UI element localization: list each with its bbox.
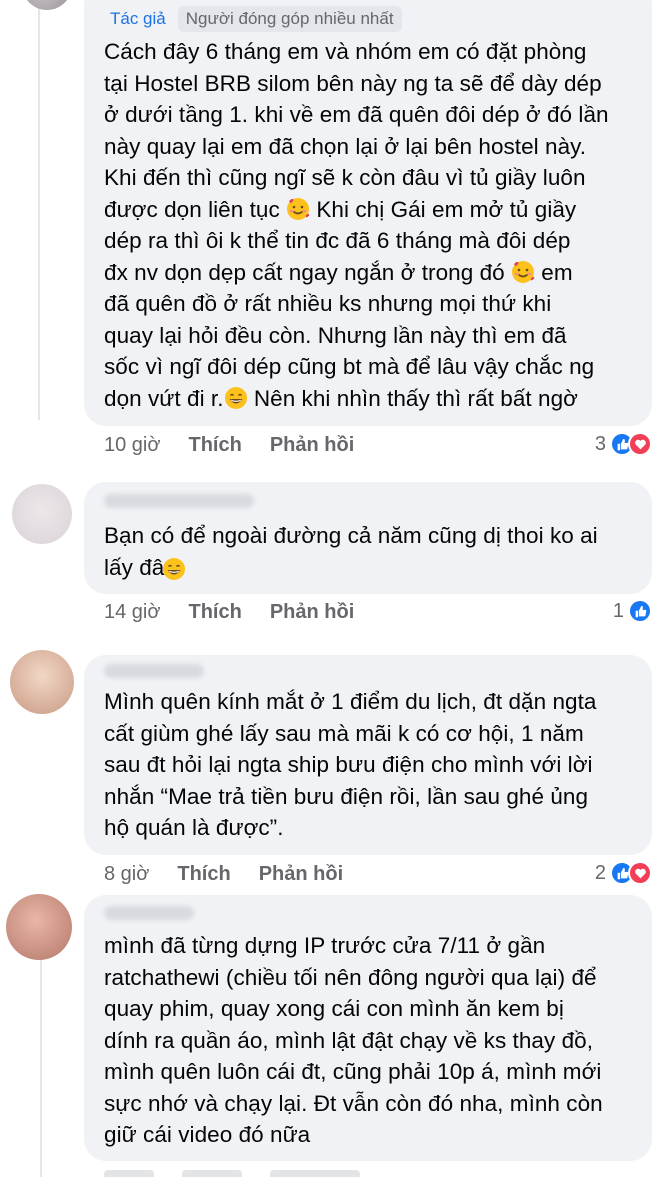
thread-line [38,0,40,420]
avatar[interactable] [22,0,72,10]
reply-button[interactable]: Phản hồi [259,863,343,886]
avatar[interactable] [6,894,72,960]
like-button[interactable] [182,1170,242,1177]
thread-line [40,940,42,1177]
like-reaction-icon [628,599,652,623]
grinning-face-emoji-icon [224,386,247,409]
grinning-face-emoji-icon [163,558,185,580]
reaction-count: 2 [594,861,606,884]
reaction-count: 3 [594,432,606,455]
commenter-name[interactable] [104,906,194,920]
commenter-name[interactable] [104,494,254,508]
like-button[interactable]: Thích [188,601,241,624]
comment-time[interactable]: 8 giờ [104,863,149,886]
comment-badges: Tác giả Người đóng góp nhiều nhất [110,6,402,32]
love-reaction-icon [628,432,652,456]
reaction-summary[interactable]: 3 [595,432,652,456]
like-button[interactable]: Thích [177,863,230,886]
comment-text: Cách đây 6 tháng em và nhóm em có đặt ph… [104,39,609,411]
commenter-name[interactable] [104,664,204,678]
comment-time[interactable] [104,1170,154,1177]
comment-time[interactable]: 10 giờ [104,434,160,457]
love-reaction-icon [628,861,652,885]
comment-time[interactable]: 14 giờ [104,601,160,624]
smiling-face-hearts-emoji-icon [512,260,535,283]
reaction-summary[interactable]: 1 [613,599,652,623]
comment-text: mình đã từng dựng IP trước cửa 7/11 ở gầ… [104,933,603,1147]
reply-button[interactable]: Phản hồi [270,601,354,624]
avatar[interactable] [10,650,74,714]
avatar[interactable] [12,484,72,544]
comment-actions: 8 giờ Thích Phản hồi [104,863,343,886]
smiling-face-hearts-emoji-icon [287,197,310,220]
reply-button[interactable]: Phản hồi [270,434,354,457]
top-contributor-badge: Người đóng góp nhiều nhất [177,6,402,32]
like-button[interactable]: Thích [188,434,241,457]
reaction-summary[interactable]: 2 [595,861,652,885]
comment-text: Mình quên kính mắt ở 1 điểm du lịch, đt … [104,689,597,840]
reaction-count: 1 [612,599,624,622]
author-badge: Tác giả [110,9,166,28]
reply-button[interactable] [270,1170,360,1177]
comment-actions: 14 giờ Thích Phản hồi [104,601,354,624]
comment-actions [104,1170,360,1177]
comment-actions: 10 giờ Thích Phản hồi [104,434,354,457]
